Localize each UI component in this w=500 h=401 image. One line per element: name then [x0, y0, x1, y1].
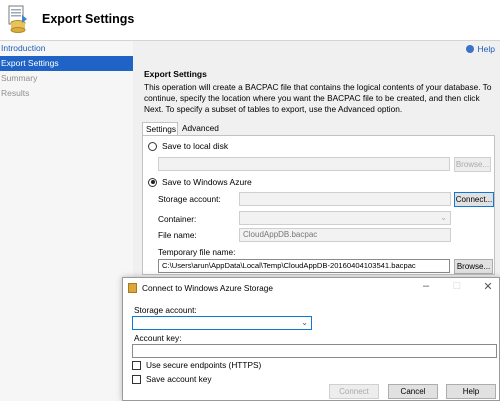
save-local-label: Save to local disk [162, 141, 229, 151]
checkbox-box [132, 360, 141, 370]
account-key-input[interactable] [132, 344, 497, 358]
radio-indicator [148, 141, 157, 151]
nav-item-results: Results [1, 88, 30, 98]
account-key-label: Account key: [134, 333, 182, 343]
help-link[interactable]: Help [465, 44, 495, 54]
save-azure-label: Save to Windows Azure [162, 177, 252, 187]
container-select[interactable]: ⌄ [239, 211, 451, 225]
temp-file-input[interactable]: C:\Users\arun\AppData\Local\Temp\CloudAp… [158, 259, 450, 273]
use-https-checkbox[interactable]: Use secure endpoints (HTTPS) [132, 360, 261, 370]
page-title: Export Settings [42, 12, 135, 26]
temp-file-label: Temporary file name: [158, 247, 236, 257]
wizard-nav: Introduction Export Settings Summary Res… [0, 41, 133, 401]
container-label: Container: [158, 214, 197, 224]
connect-button[interactable]: Connect... [454, 192, 494, 207]
dropdown-arrow-icon: ⌄ [301, 318, 308, 327]
file-name-input[interactable]: CloudAppDB.bacpac [239, 228, 451, 242]
local-path-input[interactable] [158, 157, 450, 171]
dialog-title: Connect to Windows Azure Storage [142, 283, 273, 293]
storage-icon [128, 283, 137, 293]
close-icon[interactable]: ✕ [481, 280, 495, 293]
dialog-connect-button: Connect [329, 384, 379, 399]
export-wizard-icon [8, 5, 27, 33]
storage-account-label: Storage account: [158, 194, 221, 204]
tab-advanced[interactable]: Advanced [179, 122, 223, 135]
nav-item-introduction[interactable]: Introduction [0, 41, 133, 56]
use-https-label: Use secure endpoints (HTTPS) [146, 360, 262, 370]
wizard-header: Export Settings [0, 0, 500, 40]
temp-browse-button[interactable]: Browse... [454, 259, 493, 274]
checkbox-box [132, 374, 141, 384]
local-browse-button[interactable]: Browse... [454, 157, 491, 172]
save-key-label: Save account key [146, 374, 212, 384]
connect-storage-dialog: Connect to Windows Azure Storage – □ ✕ S… [122, 277, 500, 401]
tab-settings[interactable]: Settings [142, 122, 178, 135]
radio-indicator-selected [148, 177, 157, 187]
section-description: This operation will create a BACPAC file… [144, 82, 492, 114]
nav-item-summary: Summary [1, 73, 38, 83]
file-name-label: File name: [158, 230, 197, 240]
dialog-storage-account-select[interactable]: ⌄ [132, 316, 312, 330]
maximize-icon: □ [453, 280, 461, 292]
nav-item-export-settings[interactable]: Export Settings [0, 56, 133, 71]
section-title: Export Settings [144, 69, 207, 79]
help-label: Help [477, 44, 495, 54]
dropdown-arrow-icon: ⌄ [440, 213, 447, 222]
dialog-help-button[interactable]: Help [446, 384, 496, 399]
settings-panel: Save to local disk Browse... Save to Win… [142, 135, 495, 275]
help-icon [465, 45, 474, 53]
save-azure-radio[interactable]: Save to Windows Azure [148, 177, 252, 187]
storage-account-input[interactable] [239, 192, 451, 206]
save-local-radio[interactable]: Save to local disk [148, 141, 228, 151]
dialog-cancel-button[interactable]: Cancel [388, 384, 438, 399]
dialog-storage-account-label: Storage account: [134, 305, 197, 315]
minimize-icon[interactable]: – [419, 280, 433, 292]
save-key-checkbox[interactable]: Save account key [132, 374, 212, 384]
